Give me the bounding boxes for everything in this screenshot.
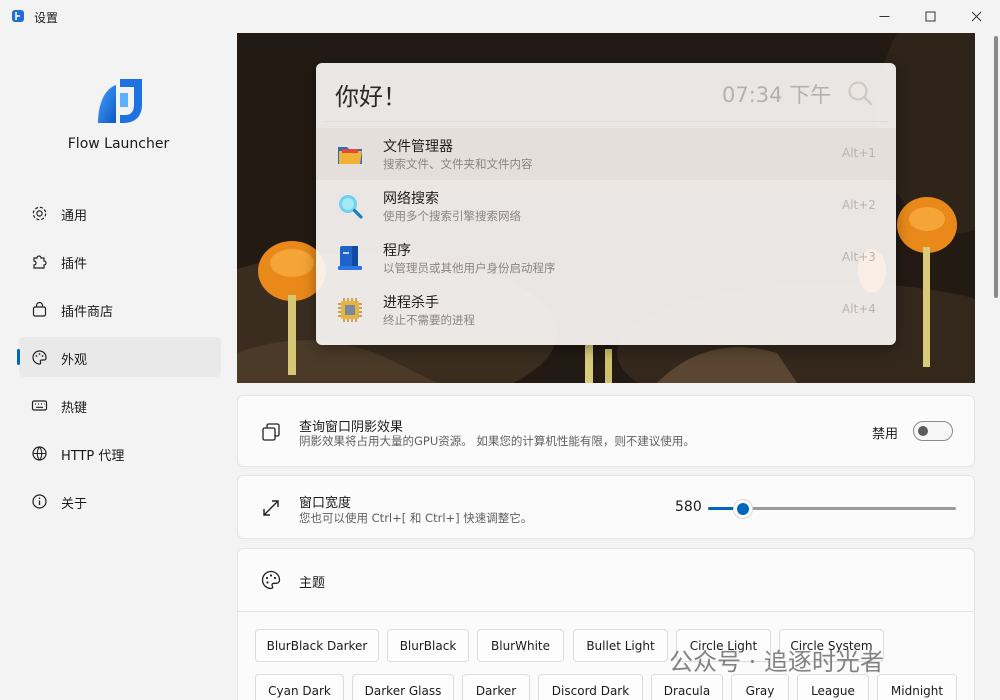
sidebar-item-label: 关于 xyxy=(61,497,88,512)
result-title: 进程杀手 xyxy=(383,295,439,311)
sidebar-item-label: 外观 xyxy=(61,353,88,368)
theme-button[interactable]: Discord Dark xyxy=(538,674,643,700)
theme-divider xyxy=(238,611,974,612)
clock-text: 07:34 下午 xyxy=(722,83,832,107)
shadow-icon xyxy=(262,423,280,441)
palette-icon xyxy=(32,350,47,365)
theme-button[interactable]: BlurBlack xyxy=(387,629,469,662)
result-hotkey: Alt+3 xyxy=(842,250,876,264)
theme-button[interactable]: Midnight xyxy=(877,674,957,700)
palette-icon xyxy=(261,570,281,590)
query-text: 你好！ xyxy=(335,83,407,111)
sidebar: Flow Launcher 通用 插件 插件商店 外观 热键 HTTP 代理 关… xyxy=(0,33,237,700)
sidebar-item-plugin-store[interactable]: 插件商店 xyxy=(19,289,221,329)
theme-button[interactable]: Bullet Light xyxy=(573,629,668,662)
flow-launcher-logo-icon xyxy=(98,79,142,123)
store-bag-icon xyxy=(32,301,47,317)
result-subtitle: 以管理员或其他用户身份启动程序 xyxy=(383,261,556,275)
theme-button[interactable]: League xyxy=(797,674,869,700)
result-item[interactable]: 程序 以管理员或其他用户身份启动程序 Alt+3 xyxy=(316,232,896,284)
keyboard-icon xyxy=(31,400,48,411)
title-bar: 设置 xyxy=(0,0,1000,33)
result-title: 网络搜索 xyxy=(383,191,439,207)
resize-arrows-icon xyxy=(263,500,279,516)
minimize-icon xyxy=(879,16,889,17)
sidebar-item-label: 热键 xyxy=(61,401,88,416)
result-item[interactable]: 文件管理器 搜索文件、文件夹和文件内容 Alt+1 xyxy=(316,128,896,180)
folder-icon xyxy=(338,147,362,164)
vertical-scrollbar[interactable] xyxy=(994,36,998,298)
window-width-card: 窗口宽度 您也可以使用 Ctrl+[ 和 Ctrl+] 快速调整它。 580 xyxy=(237,475,975,539)
window-width-title: 窗口宽度 xyxy=(299,496,352,511)
theme-button[interactable]: Dracula xyxy=(651,674,723,700)
sidebar-item-label: 插件 xyxy=(61,257,88,272)
theme-button[interactable]: BlurBlack Darker xyxy=(255,629,379,662)
theme-card: 主题 BlurBlack Darker BlurBlack BlurWhite … xyxy=(237,548,975,700)
sidebar-item-plugins[interactable]: 插件 xyxy=(19,241,221,281)
result-hotkey: Alt+2 xyxy=(842,198,876,212)
maximize-icon xyxy=(925,11,935,22)
theme-title: 主题 xyxy=(299,576,326,591)
close-icon xyxy=(971,11,981,22)
theme-button[interactable]: Gray xyxy=(731,674,789,700)
slider-thumb[interactable] xyxy=(733,499,753,519)
web-search-icon xyxy=(339,195,363,219)
sidebar-item-general[interactable]: 通用 xyxy=(19,193,221,233)
puzzle-icon xyxy=(33,255,47,269)
theme-button[interactable]: Darker xyxy=(462,674,530,700)
sidebar-item-appearance[interactable]: 外观 xyxy=(17,337,221,377)
result-hotkey: Alt+1 xyxy=(842,146,876,160)
globe-icon xyxy=(32,446,47,461)
shadow-toggle[interactable] xyxy=(913,421,953,441)
launcher-divider xyxy=(324,121,888,122)
result-item[interactable]: 网络搜索 使用多个搜索引擎搜索网络 Alt+2 xyxy=(316,180,896,232)
info-icon xyxy=(32,494,47,509)
flow-launcher-small-icon xyxy=(12,10,24,22)
result-subtitle: 使用多个搜索引擎搜索网络 xyxy=(383,209,521,223)
sidebar-item-label: HTTP 代理 xyxy=(61,449,125,464)
sidebar-item-label: 插件商店 xyxy=(61,305,114,320)
active-indicator xyxy=(17,349,20,365)
window-width-slider[interactable] xyxy=(708,499,956,519)
watermark-text: 公众号 · 追逐时光者 xyxy=(669,648,884,676)
result-subtitle: 搜索文件、文件夹和文件内容 xyxy=(383,157,533,171)
result-subtitle: 终止不需要的进程 xyxy=(383,313,475,327)
result-item[interactable]: 进程杀手 终止不需要的进程 Alt+4 xyxy=(316,284,896,336)
theme-button[interactable]: BlurWhite xyxy=(477,629,564,662)
shadow-effect-subtitle: 阴影效果将占用大量的GPU资源。 如果您的计算机性能有限，则不建议使用。 xyxy=(299,434,695,448)
shadow-effect-card: 查询窗口阴影效果 阴影效果将占用大量的GPU资源。 如果您的计算机性能有限，则不… xyxy=(237,395,975,467)
search-icon xyxy=(848,81,873,106)
gear-icon xyxy=(32,206,47,221)
toggle-knob xyxy=(918,426,928,436)
program-icon xyxy=(338,246,362,270)
launcher-window: 你好！ 07:34 下午 文件管理器 搜索文件、文件夹和文件内容 Alt+1 网… xyxy=(316,63,896,345)
sidebar-item-label: 通用 xyxy=(61,209,88,224)
maximize-button[interactable] xyxy=(907,0,953,33)
close-button[interactable] xyxy=(953,0,999,33)
sidebar-item-hotkeys[interactable]: 热键 xyxy=(19,385,221,425)
theme-button[interactable]: Cyan Dark xyxy=(255,674,344,700)
window-width-value: 580 xyxy=(675,499,702,515)
window-width-subtitle: 您也可以使用 Ctrl+[ 和 Ctrl+] 快速调整它。 xyxy=(299,511,533,525)
shadow-toggle-label: 禁用 xyxy=(872,427,899,442)
theme-button[interactable]: Darker Glass xyxy=(352,674,454,700)
main-content: 你好！ 07:34 下午 文件管理器 搜索文件、文件夹和文件内容 Alt+1 网… xyxy=(237,33,1000,700)
result-title: 文件管理器 xyxy=(383,139,453,155)
sidebar-item-about[interactable]: 关于 xyxy=(19,481,221,521)
process-chip-icon xyxy=(338,298,362,322)
app-name: Flow Launcher xyxy=(67,136,170,152)
result-title: 程序 xyxy=(383,243,411,259)
minimize-button[interactable] xyxy=(861,0,907,33)
window-title: 设置 xyxy=(34,11,59,25)
sidebar-item-http-proxy[interactable]: HTTP 代理 xyxy=(19,433,221,473)
result-hotkey: Alt+4 xyxy=(842,302,876,316)
theme-preview: 你好！ 07:34 下午 文件管理器 搜索文件、文件夹和文件内容 Alt+1 网… xyxy=(237,33,975,383)
